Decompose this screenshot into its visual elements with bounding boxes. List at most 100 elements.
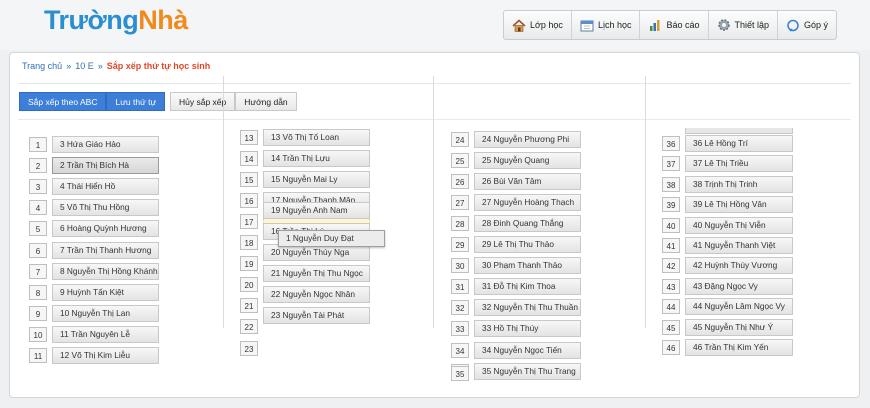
nav-lich-hoc[interactable]: Lịch học (572, 11, 641, 39)
student-item[interactable]: 4 Thái Hiển Hồ (52, 178, 159, 195)
nav-bao-cao[interactable]: Báo cáo (640, 11, 709, 39)
student-item[interactable]: 23 Nguyễn Tài Phát (263, 307, 370, 324)
divider (18, 83, 851, 84)
student-item[interactable]: 46 Trần Thị Kim Yến (685, 339, 793, 356)
student-item[interactable]: 22 Nguyễn Ngọc Nhân (263, 286, 370, 303)
student-item[interactable]: 34 Nguyễn Ngọc Tiến (474, 342, 581, 359)
slot-number: 23 (240, 341, 258, 356)
slot-number: 40 (662, 218, 680, 233)
student-item[interactable]: 40 Nguyễn Thị Viễn (685, 217, 793, 234)
slot-number: 9 (29, 306, 47, 321)
slot-number: 27 (451, 195, 469, 210)
slot-number: 35 (451, 366, 469, 381)
student-item[interactable]: 25 Nguyễn Quang (474, 152, 581, 169)
slot-number: 8 (29, 285, 47, 300)
slot-number: 17 (240, 214, 258, 229)
student-item[interactable]: 30 Phạm Thanh Thảo (474, 257, 581, 274)
student-item[interactable]: 33 Hồ Thị Thúy (474, 320, 581, 337)
slot-number: 37 (662, 156, 680, 171)
slot-number: 33 (451, 321, 469, 336)
student-item[interactable]: 12 Võ Thị Kim Liễu (52, 347, 159, 364)
student-item[interactable]: 14 Trần Thị Lựu (263, 150, 370, 167)
slot-number: 7 (29, 264, 47, 279)
nav-label: Thiết lập (734, 20, 770, 30)
student-item[interactable]: 24 Nguyễn Phương Phi (474, 131, 581, 148)
sort-abc-button[interactable]: Sắp xếp theo ABC (19, 92, 107, 111)
nav-thiet-lap[interactable]: Thiết lập (709, 11, 779, 39)
student-item[interactable]: 44 Nguyễn Lâm Ngọc Vy (685, 298, 793, 315)
guide-button[interactable]: Hướng dẫn (235, 92, 297, 111)
student-item[interactable]: 38 Trịnh Thị Trinh (685, 176, 793, 193)
slot-number: 4 (29, 200, 47, 215)
student-item[interactable]: 21 Nguyễn Thị Thu Ngọc (263, 265, 370, 282)
slot-number: 25 (451, 153, 469, 168)
column-divider (645, 76, 646, 328)
slot-number: 45 (662, 320, 680, 335)
student-item[interactable]: 9 Huỳnh Tấn Kiệt (52, 284, 159, 301)
gear-icon (717, 19, 730, 31)
slot-number: 3 (29, 179, 47, 194)
student-item[interactable]: 42 Huỳnh Thúy Vương (685, 257, 793, 274)
student-item[interactable]: 3 Hứa Giáo Hảo (52, 136, 159, 153)
breadcrumb-current: Sắp xếp thứ tự học sinh (106, 61, 211, 71)
breadcrumb-home[interactable]: Trang chủ (22, 61, 62, 71)
student-item[interactable]: 10 Nguyễn Thị Lan (52, 305, 159, 322)
report-icon (650, 19, 660, 31)
top-nav: Lớp học Lịch học Báo cáo Thiết lập Góp ý (503, 10, 838, 40)
slot-number: 29 (451, 237, 469, 252)
slot-number: 10 (29, 327, 47, 342)
student-item[interactable]: 35 Nguyễn Thị Thu Trang (474, 363, 581, 380)
slot-number: 21 (240, 298, 258, 313)
nav-lop-hoc[interactable]: Lớp học (504, 11, 572, 39)
slot-number: 16 (240, 193, 258, 208)
slot-number: 5 (29, 221, 47, 236)
slot-number: 43 (662, 279, 680, 294)
slot-number: 13 (240, 130, 258, 145)
student-item[interactable]: 45 Nguyễn Thị Như Ý (685, 319, 793, 336)
slot-number: 30 (451, 258, 469, 273)
dragging-item[interactable]: 1 Nguyễn Duy Đạt (278, 230, 385, 247)
save-order-button[interactable]: Lưu thứ tự (106, 92, 166, 111)
student-item[interactable]: 8 Nguyễn Thị Hồng Khánh (52, 263, 159, 280)
student-item[interactable]: 27 Nguyễn Hoàng Thạch (474, 194, 581, 211)
secondary-actions: Hủy sắp xếp Hướng dẫn (170, 92, 297, 111)
feedback-icon (787, 19, 799, 32)
breadcrumb: Trang chủ» 10 E» Sắp xếp thứ tự học sinh (22, 61, 211, 71)
slot-number: 11 (29, 348, 47, 363)
nav-gop-y[interactable]: Góp ý (778, 11, 836, 39)
slot-number: 24 (451, 132, 469, 147)
site-logo[interactable]: TrườngNhà (44, 5, 188, 36)
student-item[interactable]: 5 Võ Thị Thu Hồng (52, 199, 159, 216)
student-item[interactable]: 15 Nguyễn Mai Ly (263, 171, 370, 188)
slot-number: 19 (240, 256, 258, 271)
student-item[interactable]: 41 Nguyễn Thanh Việt (685, 237, 793, 254)
cancel-sort-button[interactable]: Hủy sắp xếp (170, 92, 236, 111)
list-item-stub (685, 128, 793, 134)
slot-number: 18 (240, 235, 258, 250)
student-item[interactable]: 26 Bùi Văn Tâm (474, 173, 581, 190)
student-item[interactable]: 13 Võ Thị Tố Loan (263, 129, 370, 146)
divider (18, 119, 851, 120)
student-item[interactable]: 31 Đỗ Thị Kim Thoa (474, 278, 581, 295)
slot-number: 31 (451, 279, 469, 294)
student-item[interactable]: 43 Đặng Ngọc Vy (685, 278, 793, 295)
nav-label: Báo cáo (666, 20, 700, 30)
student-item[interactable]: 6 Hoàng Quỳnh Hương (52, 220, 159, 237)
student-item[interactable]: 19 Nguyễn Anh Nam (263, 202, 370, 219)
student-item[interactable]: 32 Nguyễn Thị Thu Thuần (474, 299, 581, 316)
slot-number: 32 (451, 300, 469, 315)
breadcrumb-class[interactable]: 10 E (75, 61, 94, 71)
student-item[interactable]: 29 Lê Thị Thu Thảo (474, 236, 581, 253)
slot-number: 34 (451, 343, 469, 358)
slot-number: 14 (240, 151, 258, 166)
student-item[interactable]: 28 Đinh Quang Thắng (474, 215, 581, 232)
student-item[interactable]: 36 Lê Hồng Trí (685, 135, 793, 152)
slot-number: 36 (662, 136, 680, 151)
primary-actions: Sắp xếp theo ABC Lưu thứ tự (19, 92, 166, 111)
student-item[interactable]: 39 Lê Thị Hồng Vân (685, 196, 793, 213)
student-item[interactable]: 37 Lê Thị Triều (685, 155, 793, 172)
student-item[interactable]: 11 Trần Nguyên Lễ (52, 326, 159, 343)
slot-number: 42 (662, 258, 680, 273)
student-item[interactable]: 7 Trần Thị Thanh Hương (52, 242, 159, 259)
student-item[interactable]: 2 Trần Thị Bích Hà (52, 157, 159, 174)
